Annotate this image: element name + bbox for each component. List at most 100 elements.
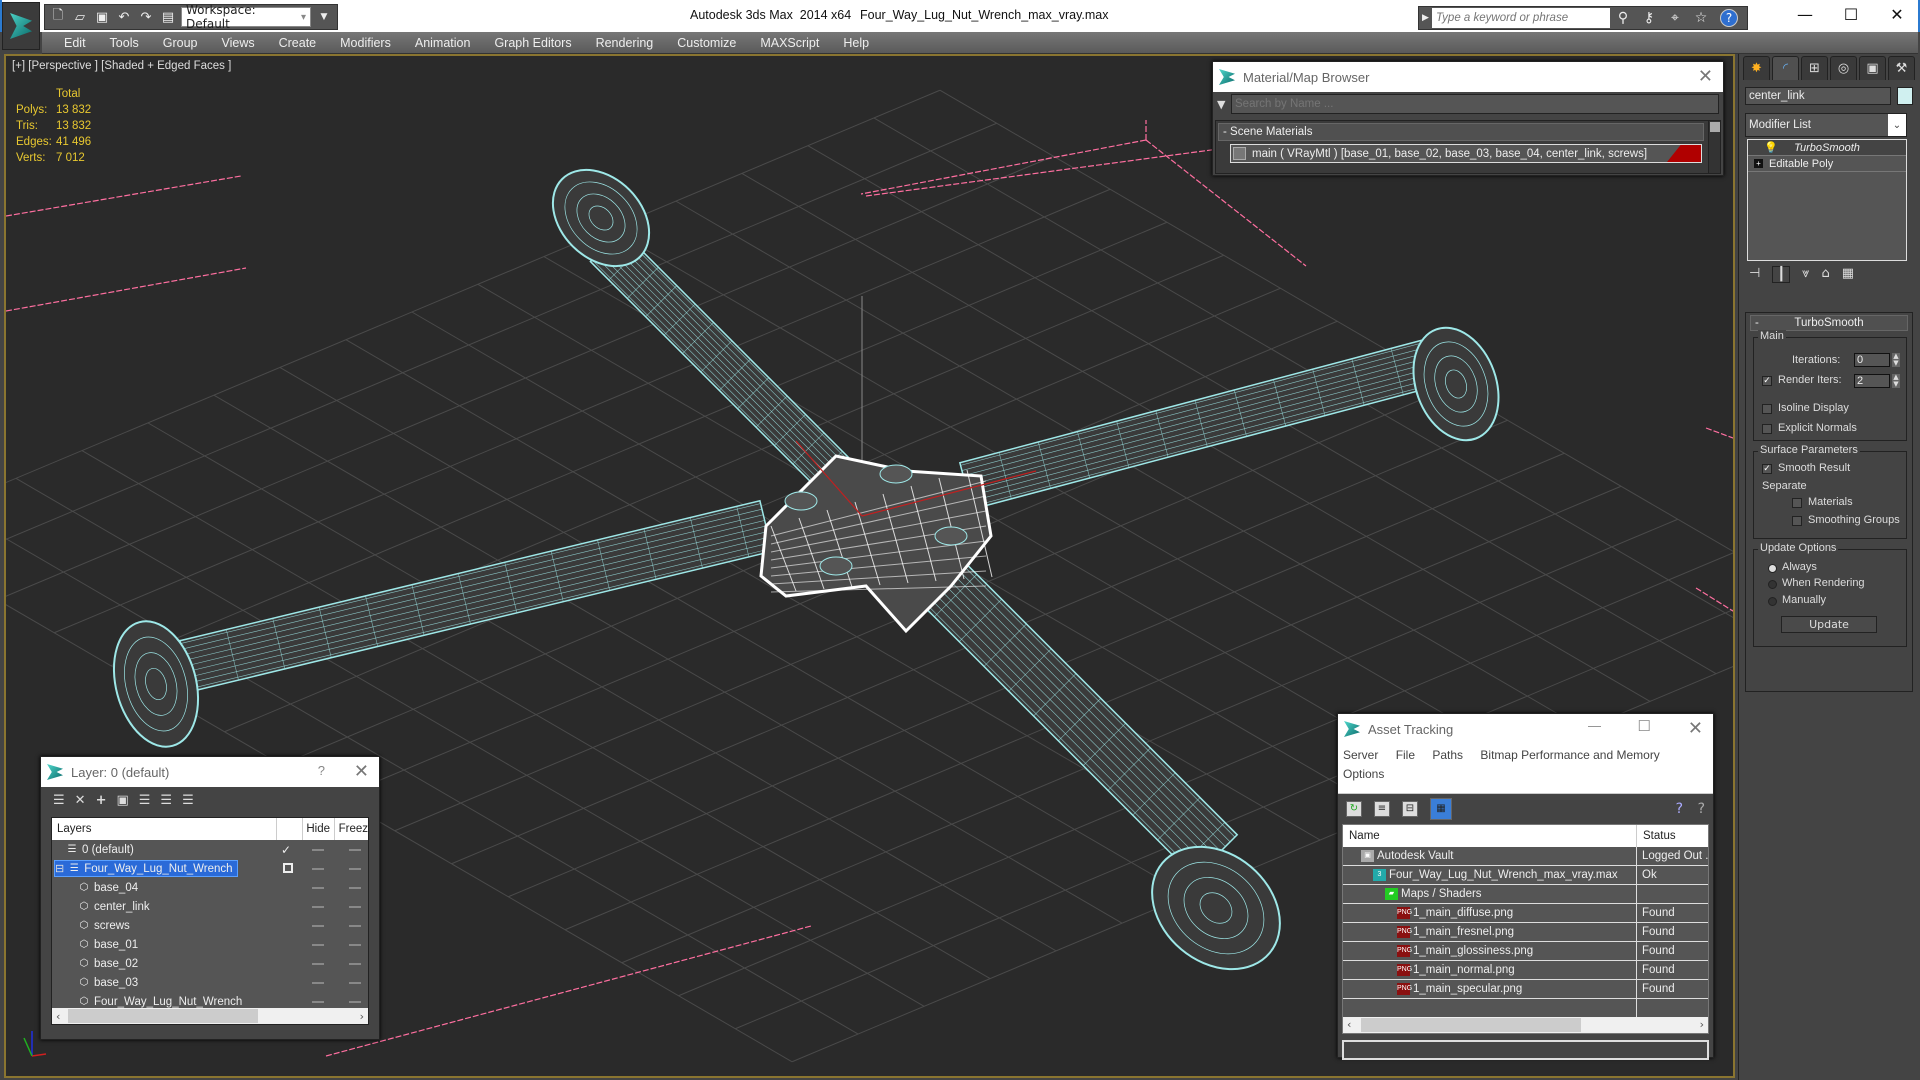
scroll-right-icon[interactable]: › (360, 1010, 364, 1023)
binoculars-icon[interactable]: ⚲ (1610, 10, 1636, 26)
material-item[interactable]: main ( VRayMtl ) [base_01, base_02, base… (1230, 144, 1702, 163)
menu-paths[interactable]: Paths (1432, 748, 1463, 762)
column-current[interactable] (277, 818, 303, 840)
menu-edit[interactable]: Edit (52, 36, 98, 50)
menu-group[interactable]: Group (151, 36, 210, 50)
menu-animation[interactable]: Animation (403, 36, 483, 50)
asset-row[interactable]: PNG 1_main_diffuse.png Found (1343, 904, 1708, 923)
object-color-swatch[interactable] (1897, 87, 1913, 105)
asset-row[interactable]: ▣ Autodesk Vault Logged Out ... (1343, 847, 1708, 866)
menu-rendering[interactable]: Rendering (584, 36, 666, 50)
update-always-radio[interactable] (1768, 564, 1777, 573)
application-menu-button[interactable] (2, 2, 40, 50)
hierarchy-icon[interactable]: ⊞ (1801, 56, 1828, 80)
hide-toggle[interactable] (312, 868, 324, 870)
stack-item-editable-poly[interactable]: + Editable Poly (1748, 156, 1906, 172)
hide-toggle[interactable] (312, 982, 324, 984)
hide-toggle[interactable] (312, 963, 324, 965)
asset-row[interactable]: PNG 1_main_specular.png Found (1343, 980, 1708, 999)
create-icon[interactable]: ✸ (1743, 56, 1770, 80)
select-layer-icon[interactable]: ☰ (139, 793, 151, 808)
undo-icon[interactable]: ↶ (115, 8, 133, 26)
scrollbar[interactable] (1708, 121, 1720, 173)
close-icon[interactable]: ✕ (1688, 718, 1703, 739)
asset-row[interactable]: PNG 1_main_normal.png Found (1343, 961, 1708, 980)
help-search-input[interactable] (1432, 8, 1610, 28)
display-icon[interactable]: ▣ (1859, 56, 1886, 80)
highlight-layer-icon[interactable]: ☰ (160, 793, 172, 808)
lightbulb-icon[interactable]: 💡 (1764, 141, 1778, 154)
hide-toggle[interactable] (312, 906, 324, 908)
redo-icon[interactable]: ↷ (137, 8, 155, 26)
scroll-right-icon[interactable]: › (1700, 1018, 1704, 1031)
scroll-left-icon[interactable]: ‹ (56, 1010, 60, 1023)
asset-row[interactable]: PNG 1_main_glossiness.png Found (1343, 942, 1708, 961)
layer-row[interactable]: ☰ 0 (default) ✓ (52, 840, 368, 859)
freeze-toggle[interactable] (349, 925, 361, 927)
update-button[interactable]: Update (1781, 616, 1877, 633)
menu-graph-editors[interactable]: Graph Editors (482, 36, 583, 50)
rollout-header[interactable]: - TurboSmooth (1750, 315, 1908, 331)
tree-view-icon[interactable]: ⊟ (1402, 801, 1418, 817)
add-to-layer-icon[interactable]: + (96, 793, 107, 808)
remove-modifier-icon[interactable]: ⌂ (1822, 266, 1830, 283)
save-icon[interactable]: ▣ (93, 8, 111, 26)
freeze-toggle[interactable] (349, 963, 361, 965)
set-current-box[interactable] (283, 863, 293, 873)
hide-toggle[interactable] (312, 944, 324, 946)
new-file-icon[interactable]: 🗋 (49, 8, 67, 26)
layer-row[interactable]: ⬡ screws (52, 916, 368, 935)
material-search-input[interactable] (1231, 94, 1719, 114)
modify-icon[interactable]: ◜ (1772, 56, 1799, 80)
update-when-rendering-radio[interactable] (1768, 580, 1777, 589)
make-unique-icon[interactable]: ⩔ (1802, 266, 1809, 283)
collapse-icon[interactable]: ⊟ (55, 862, 64, 875)
horizontal-scrollbar[interactable]: ‹ › (1343, 1017, 1708, 1033)
menu-file[interactable]: File (1396, 748, 1415, 762)
refresh-icon[interactable]: ↻ (1346, 801, 1362, 817)
smooth-result-checkbox[interactable]: ✓ (1762, 464, 1772, 474)
hide-toggle[interactable] (312, 1001, 324, 1003)
menu-customize[interactable]: Customize (665, 36, 748, 50)
configure-sets-icon[interactable]: ▦ (1842, 266, 1854, 283)
workspace-dropdown[interactable]: Workspace: Default (181, 3, 311, 31)
customize-toolbar-icon[interactable]: ▼ (315, 8, 333, 26)
column-freeze[interactable]: Freez (335, 823, 368, 835)
freeze-toggle[interactable] (349, 982, 361, 984)
help-button[interactable]: ? (318, 763, 325, 778)
asset-row[interactable]: 3 Four_Way_Lug_Nut_Wrench_max_vray.max Ok (1343, 866, 1708, 885)
render-iters-checkbox[interactable]: ✓ (1762, 376, 1772, 386)
explicit-normals-checkbox[interactable] (1762, 424, 1772, 434)
select-objects-icon[interactable]: ▣ (116, 793, 128, 808)
spinner-arrows[interactable]: ▲ ▼ (1892, 374, 1900, 388)
update-manually-radio[interactable] (1768, 597, 1777, 606)
utilities-icon[interactable]: ⚒ (1888, 56, 1915, 80)
viewport-label-menu[interactable]: [+] [Perspective ] [Shaded + Edged Faces… (12, 60, 231, 72)
open-folder-icon[interactable]: ▱ (71, 8, 89, 26)
hide-toggle[interactable] (312, 849, 324, 851)
current-layer-check-icon[interactable]: ✓ (281, 843, 291, 857)
project-folder-icon[interactable]: ▤ (159, 8, 177, 26)
stack-item-turbosmooth[interactable]: 💡 TurboSmooth (1748, 140, 1906, 156)
scroll-left-icon[interactable]: ‹ (1347, 1018, 1351, 1031)
expand-plus-icon[interactable]: + (1754, 159, 1763, 168)
layer-row[interactable]: ⬡ base_03 (52, 973, 368, 992)
menu-options[interactable]: Options (1343, 767, 1384, 781)
expand-arrow-icon[interactable]: ▶ (1419, 13, 1432, 23)
column-hide[interactable]: Hide (303, 818, 335, 840)
key-icon[interactable]: ⚷ (1636, 10, 1662, 26)
maximize-button[interactable]: ☐ (1828, 4, 1874, 28)
satellite-icon[interactable]: ⌖ (1662, 10, 1688, 26)
asset-row[interactable]: PNG 1_main_fresnel.png Found (1343, 923, 1708, 942)
freeze-toggle[interactable] (349, 887, 361, 889)
vault-help-icon[interactable]: ? (1676, 801, 1683, 817)
freeze-toggle[interactable] (349, 1001, 361, 1003)
column-status[interactable]: Status (1637, 825, 1708, 847)
column-name[interactable]: Name (1343, 825, 1637, 847)
modifier-list-dropdown[interactable]: Modifier List ⌄ (1745, 113, 1907, 137)
hide-freeze-all-icon[interactable]: ☰ (182, 793, 194, 808)
delete-layer-icon[interactable]: ✕ (75, 793, 86, 808)
layer-row[interactable]: ⬡ base_04 (52, 878, 368, 897)
menu-maxscript[interactable]: MAXScript (748, 36, 831, 50)
menu-help[interactable]: Help (831, 36, 881, 50)
